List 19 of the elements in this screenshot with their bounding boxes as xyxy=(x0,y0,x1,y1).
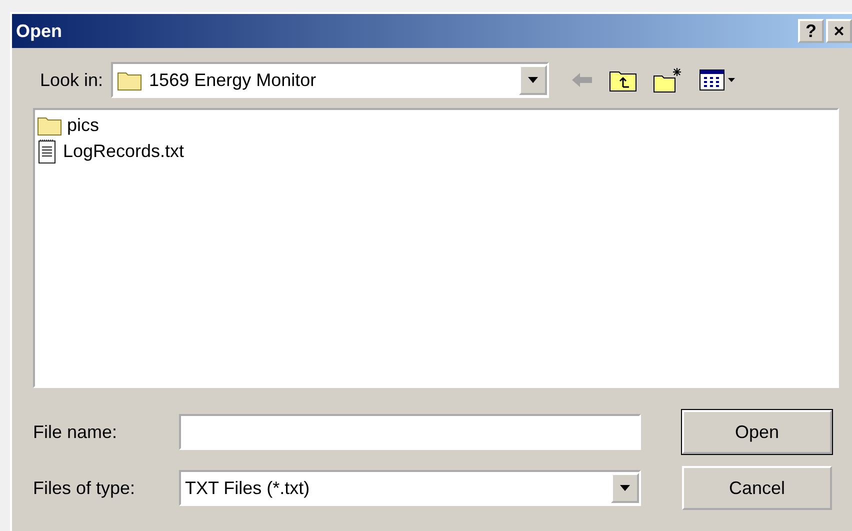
file-name-field[interactable] xyxy=(179,414,641,450)
caret-icon xyxy=(527,76,540,84)
open-button[interactable]: Open xyxy=(682,410,832,454)
file-name-label: File name: xyxy=(33,422,118,442)
file-type-label: Files of type: xyxy=(33,478,136,498)
dropdown-button[interactable] xyxy=(611,473,639,503)
new-folder-icon[interactable] xyxy=(653,67,684,93)
look-in-label: Look in: xyxy=(40,70,104,90)
view-menu-icon[interactable] xyxy=(699,68,738,92)
dropdown-button[interactable] xyxy=(519,65,548,95)
file-item[interactable]: LogRecords.txt xyxy=(37,138,835,164)
file-type-dropdown[interactable]: TXT Files (*.txt) xyxy=(179,470,641,506)
help-button[interactable]: ? xyxy=(798,19,824,43)
close-button[interactable]: × xyxy=(826,19,852,43)
look-in-dropdown[interactable]: 1569 Energy Monitor xyxy=(111,62,550,98)
file-item[interactable]: pics xyxy=(37,112,835,138)
cancel-button[interactable]: Cancel xyxy=(682,466,832,510)
caret-icon xyxy=(619,484,631,492)
window-title: Open xyxy=(16,20,64,42)
